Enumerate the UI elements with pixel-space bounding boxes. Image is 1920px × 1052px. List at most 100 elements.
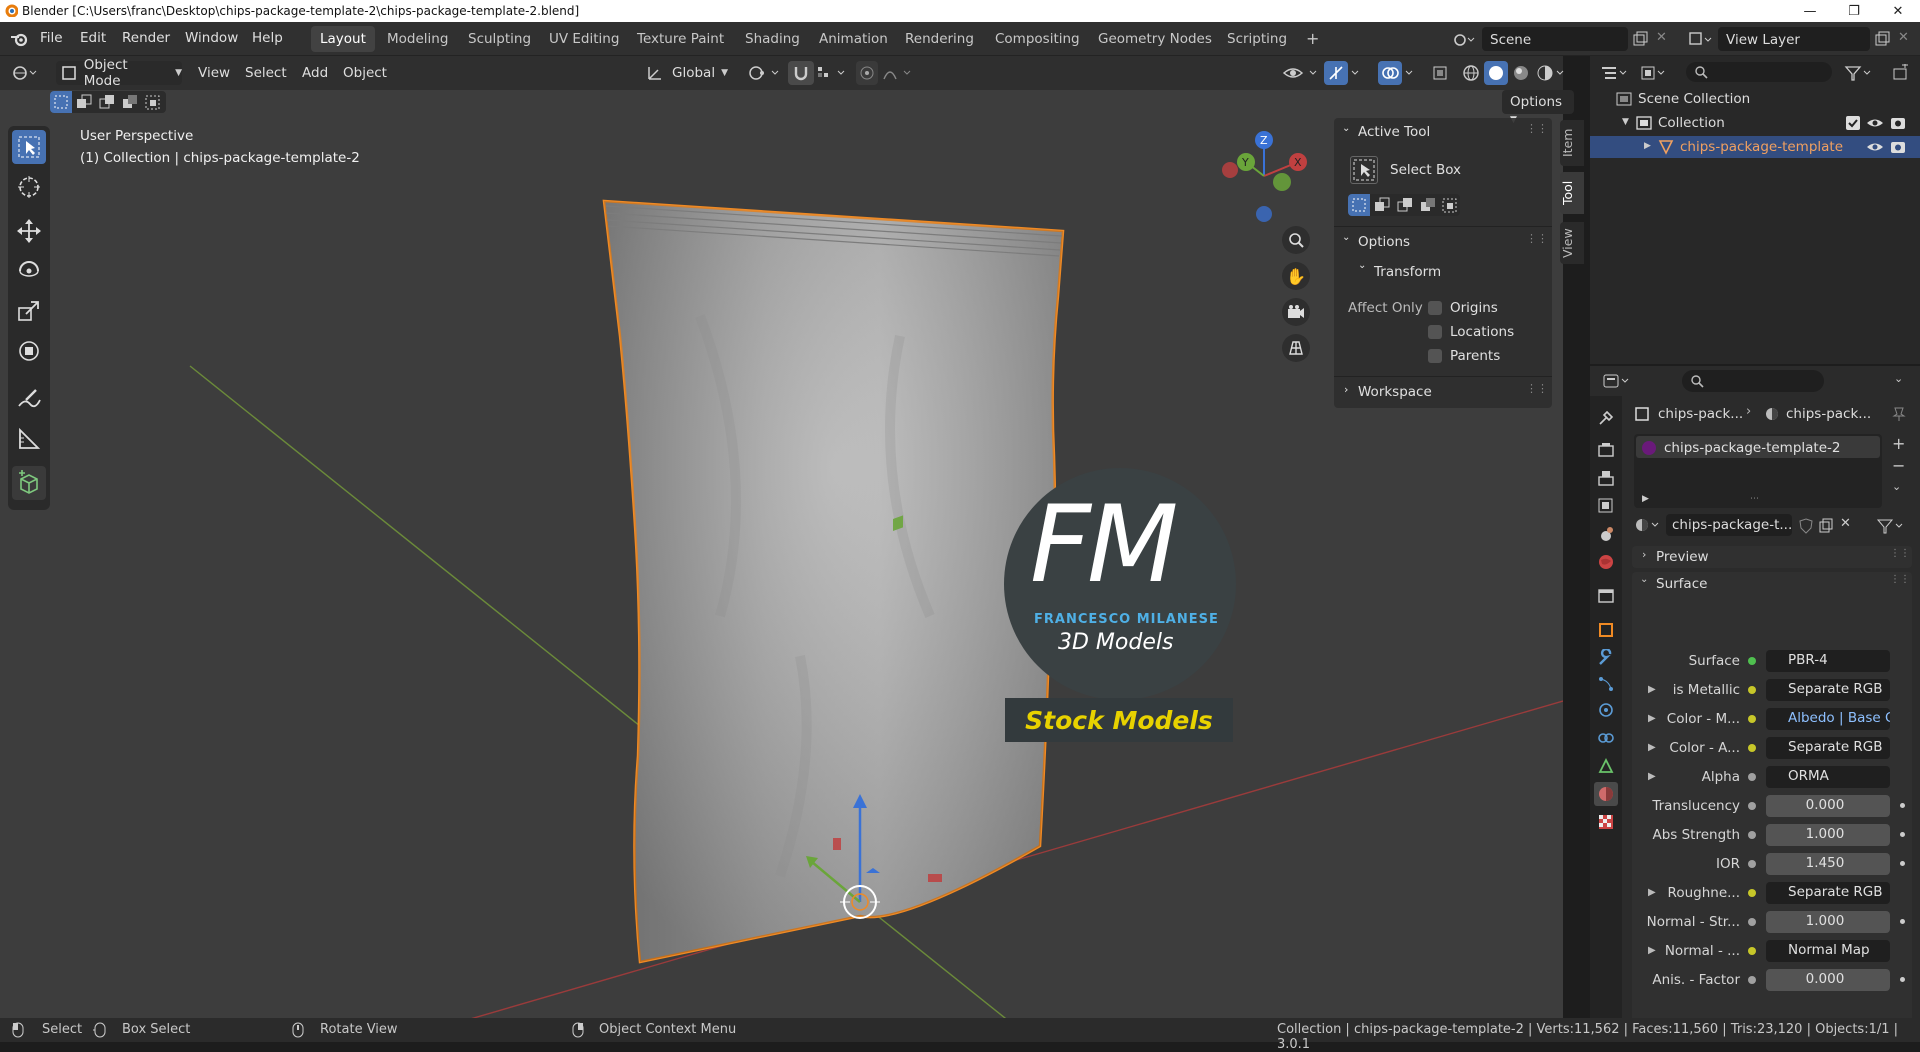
expand-input-icon[interactable]: ▶ xyxy=(1648,771,1656,782)
menu-window[interactable]: Window xyxy=(185,30,238,46)
overlay-toggle[interactable] xyxy=(1378,61,1402,85)
navigation-gizmo[interactable]: Z Y X xyxy=(1214,126,1314,226)
surface-link-field[interactable]: ORMA xyxy=(1766,766,1890,788)
transform-orientation-dropdown[interactable]: Global ▼ xyxy=(646,61,742,85)
surface-value-slider[interactable]: 1.000 xyxy=(1766,824,1890,846)
tab-view-layer[interactable] xyxy=(1594,494,1618,518)
parents-checkbox[interactable] xyxy=(1428,349,1442,363)
expand-input-icon[interactable]: ▶ xyxy=(1648,887,1656,898)
duplicate-material-icon[interactable] xyxy=(1818,518,1834,534)
zoom-button[interactable] xyxy=(1282,226,1310,254)
wireframe-shading-icon[interactable] xyxy=(1462,64,1480,82)
tab-modifiers[interactable] xyxy=(1594,646,1618,670)
tab-modeling[interactable]: Modeling xyxy=(378,26,457,52)
menu-select[interactable]: Select xyxy=(245,65,287,81)
surface-link-field[interactable]: Normal Map xyxy=(1766,940,1890,962)
mode-subtract-button[interactable] xyxy=(1394,194,1416,216)
object-expand-icon[interactable]: ▶ xyxy=(1644,141,1651,151)
editor-type-icon[interactable] xyxy=(12,65,38,81)
surface-link-field[interactable]: Albedo | Base C... xyxy=(1766,708,1890,730)
maximize-button[interactable]: ❐ xyxy=(1832,0,1876,22)
socket-dot-icon[interactable] xyxy=(1748,860,1756,868)
shading-options-icon[interactable] xyxy=(1556,65,1566,81)
collection-label[interactable]: Collection xyxy=(1658,115,1725,131)
breadcrumb-object[interactable]: chips-pack... xyxy=(1658,406,1743,422)
xray-icon[interactable] xyxy=(1432,65,1450,83)
view-layer-field[interactable]: View Layer xyxy=(1718,27,1870,51)
breadcrumb-material[interactable]: chips-pack... xyxy=(1786,406,1871,422)
socket-dot-icon[interactable] xyxy=(1748,686,1756,694)
keyframe-dot-icon[interactable] xyxy=(1900,832,1905,837)
pivot-point-icon[interactable] xyxy=(748,65,782,81)
outliner-search-input[interactable] xyxy=(1686,62,1832,82)
surface-header[interactable]: Surface xyxy=(1656,576,1707,592)
socket-dot-icon[interactable] xyxy=(1748,889,1756,897)
overlay-options-icon[interactable] xyxy=(1404,65,1418,81)
tab-shading[interactable]: Shading xyxy=(736,26,809,52)
mode-extend-button[interactable] xyxy=(1371,194,1393,216)
keyframe-dot-icon[interactable] xyxy=(1900,803,1905,808)
options-header[interactable]: Options xyxy=(1358,234,1410,250)
expand-input-icon[interactable]: ▶ xyxy=(1648,684,1656,695)
surface-link-field[interactable]: PBR-4 xyxy=(1766,650,1890,672)
drag-handle-icon[interactable]: ⋮⋮ xyxy=(1526,382,1548,395)
scene-name-field[interactable]: Scene xyxy=(1482,27,1628,51)
surface-value-slider[interactable]: 1.000 xyxy=(1766,911,1890,933)
mode-intersect-button[interactable] xyxy=(1440,194,1460,216)
object-label[interactable]: chips-package-template xyxy=(1680,139,1843,155)
camera-render-icon[interactable] xyxy=(1890,139,1906,155)
origins-checkbox[interactable] xyxy=(1428,301,1442,315)
tab-constraints[interactable] xyxy=(1594,726,1618,750)
tab-particles[interactable] xyxy=(1594,672,1618,696)
tool-measure[interactable] xyxy=(12,422,46,456)
gizmo-toggle[interactable] xyxy=(1324,61,1348,85)
npanel-tab-view[interactable]: View xyxy=(1560,222,1584,264)
transform-header[interactable]: Transform xyxy=(1374,264,1441,280)
surface-value-slider[interactable]: 0.000 xyxy=(1766,969,1890,991)
minimize-button[interactable]: — xyxy=(1788,0,1832,22)
remove-scene-icon[interactable]: ✕ xyxy=(1656,30,1667,45)
tab-object-data[interactable] xyxy=(1594,754,1618,778)
tool-annotate[interactable] xyxy=(12,382,46,416)
menu-help[interactable]: Help xyxy=(252,30,283,46)
socket-dot-icon[interactable] xyxy=(1748,657,1756,665)
tool-add-cube[interactable] xyxy=(12,466,46,500)
tab-collection[interactable] xyxy=(1594,584,1618,608)
ortho-toggle-button[interactable] xyxy=(1282,334,1310,362)
select-subtract-button[interactable] xyxy=(96,91,118,113)
material-name-field[interactable]: chips-package-t... xyxy=(1666,514,1792,536)
tab-object[interactable] xyxy=(1594,618,1618,642)
gizmo-options-icon[interactable] xyxy=(1350,65,1364,81)
camera-render-icon[interactable] xyxy=(1890,115,1906,131)
snap-toggle[interactable] xyxy=(788,61,814,85)
proportional-edit-toggle[interactable] xyxy=(856,61,878,85)
remove-view-layer-icon[interactable]: ✕ xyxy=(1898,30,1909,45)
drag-handle-icon[interactable]: ⋮⋮ xyxy=(1526,232,1548,245)
menu-file[interactable]: File xyxy=(40,30,63,46)
slot-specials-button[interactable]: ⌄ xyxy=(1892,480,1901,493)
slot-expand-icon[interactable]: ▶ xyxy=(1642,494,1649,504)
pan-button[interactable]: ✋ xyxy=(1282,262,1310,290)
drag-handle-icon[interactable]: ⋮⋮ xyxy=(1526,122,1548,135)
snap-target-icon[interactable] xyxy=(816,65,850,81)
socket-dot-icon[interactable] xyxy=(1748,744,1756,752)
tab-physics[interactable] xyxy=(1594,698,1618,722)
display-mode-icon[interactable] xyxy=(1640,64,1670,82)
menu-view[interactable]: View xyxy=(198,65,230,81)
tab-world[interactable] xyxy=(1594,550,1618,574)
select-intersect-button[interactable] xyxy=(142,91,164,113)
rendered-shading-icon[interactable] xyxy=(1536,64,1554,82)
collection-expand-icon[interactable]: ▼ xyxy=(1622,117,1629,127)
filter-icon[interactable] xyxy=(1844,64,1874,82)
options-dropdown[interactable]: Options ▼ xyxy=(1502,90,1574,125)
collection-exclude-checkbox[interactable] xyxy=(1846,116,1860,130)
active-tool-header[interactable]: Active Tool xyxy=(1358,124,1430,140)
workspace-header[interactable]: Workspace xyxy=(1358,384,1432,400)
surface-value-slider[interactable]: 0.000 xyxy=(1766,795,1890,817)
new-scene-icon[interactable] xyxy=(1632,31,1648,47)
outliner-editor-type-icon[interactable] xyxy=(1600,64,1630,82)
properties-search-input[interactable] xyxy=(1682,370,1824,392)
mode-set-button[interactable] xyxy=(1348,194,1370,216)
expand-input-icon[interactable]: ▶ xyxy=(1648,945,1656,956)
tab-material[interactable] xyxy=(1594,782,1618,806)
